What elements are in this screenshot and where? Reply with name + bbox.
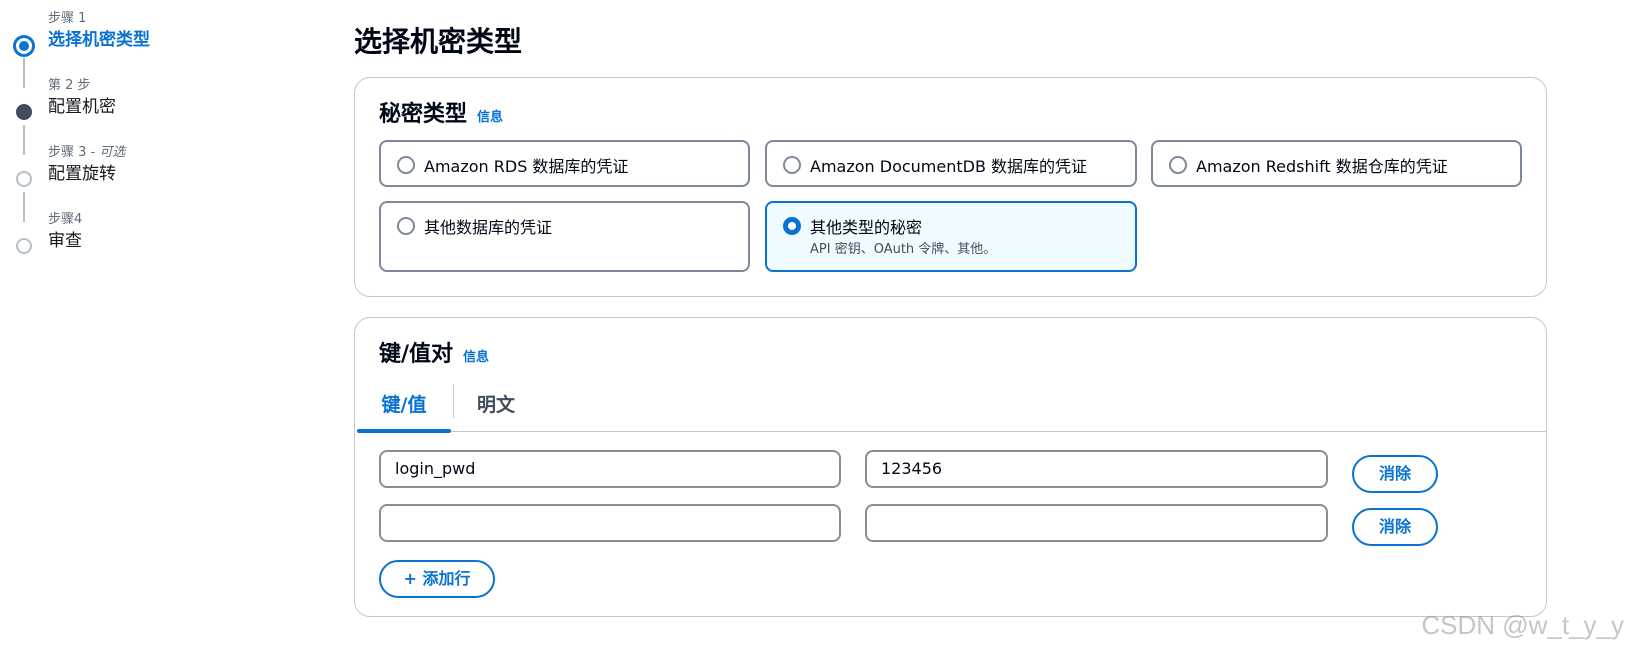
tile-documentdb[interactable]: Amazon DocumentDB 数据库的凭证 xyxy=(765,140,1137,187)
radio-icon[interactable] xyxy=(397,217,415,235)
radio-selected-icon[interactable] xyxy=(783,217,801,235)
tile-other-secret-title: 其他类型的秘密 xyxy=(810,218,923,237)
remove-button[interactable]: 消除 xyxy=(1352,508,1438,546)
page-title: 选择机密类型 xyxy=(354,25,523,58)
step-2-title[interactable]: 配置机密 xyxy=(48,95,312,119)
step-4[interactable]: 步骤4 审查 xyxy=(12,211,312,278)
step-2-label: 第 2 步 xyxy=(48,78,91,93)
secret-type-container: 秘密类型 信息 Amazon RDS 数据库的凭证 Amazon Documen… xyxy=(354,77,1547,297)
step-4-title[interactable]: 审查 xyxy=(48,229,312,253)
remove-button[interactable]: 消除 xyxy=(1352,455,1438,493)
tile-rds-title: Amazon RDS 数据库的凭证 xyxy=(424,157,629,176)
tile-redshift[interactable]: Amazon Redshift 数据仓库的凭证 xyxy=(1151,140,1522,187)
step-4-label: 步骤4 xyxy=(48,212,83,227)
key-value-header: 键/值对 信息 xyxy=(379,336,489,368)
step-1[interactable]: 步骤 1 选择机密类型 xyxy=(12,10,312,88)
tile-rds[interactable]: Amazon RDS 数据库的凭证 xyxy=(379,140,750,187)
wizard-steps: 步骤 1 选择机密类型 第 2 步 配置机密 步骤 3 - 可选 配置旋转 步骤… xyxy=(12,10,312,278)
step-3-title[interactable]: 配置旋转 xyxy=(48,162,312,186)
value-input[interactable] xyxy=(865,504,1328,542)
tile-other-database-title: 其他数据库的凭证 xyxy=(424,218,553,237)
step-filled-icon xyxy=(16,104,32,120)
secret-type-info-link[interactable]: 信息 xyxy=(477,106,503,125)
step-1-label: 步骤 1 xyxy=(48,11,87,26)
tab-bar: 键/值 明文 xyxy=(357,380,1546,433)
tile-other-secret[interactable]: 其他类型的秘密 API 密钥、OAuth 令牌、其他。 xyxy=(765,201,1137,272)
tab-divider xyxy=(453,384,454,418)
value-input[interactable]: 123456 xyxy=(865,450,1328,488)
tile-other-secret-subtitle: API 密钥、OAuth 令牌、其他。 xyxy=(810,242,997,257)
step-3-label: 步骤 3 - 可选 xyxy=(48,144,312,162)
add-row-button[interactable]: + 添加行 xyxy=(379,560,495,598)
step-3-optional: 可选 xyxy=(99,145,126,160)
step-3[interactable]: 步骤 3 - 可选 配置旋转 xyxy=(12,144,312,222)
step-1-title[interactable]: 选择机密类型 xyxy=(48,28,312,52)
tile-documentdb-title: Amazon DocumentDB 数据库的凭证 xyxy=(810,157,1088,176)
key-input[interactable]: login_pwd xyxy=(379,450,841,488)
secret-type-heading: 秘密类型 xyxy=(379,102,468,127)
step-empty-icon xyxy=(16,238,32,254)
step-current-icon xyxy=(13,35,35,57)
secret-type-header: 秘密类型 信息 xyxy=(379,96,503,128)
watermark: CSDN @w_t_y_y xyxy=(1421,610,1624,640)
tab-key-value[interactable]: 键/值 xyxy=(357,380,451,433)
step-empty-icon xyxy=(16,171,32,187)
tile-redshift-title: Amazon Redshift 数据仓库的凭证 xyxy=(1196,157,1448,176)
tab-plaintext[interactable]: 明文 xyxy=(461,380,531,432)
key-value-heading: 键/值对 xyxy=(379,342,454,367)
key-value-info-link[interactable]: 信息 xyxy=(463,346,489,365)
step-3-label-text: 步骤 3 - xyxy=(48,145,100,160)
tile-other-database[interactable]: 其他数据库的凭证 xyxy=(379,201,750,272)
key-input[interactable] xyxy=(379,504,841,542)
radio-icon[interactable] xyxy=(1169,156,1187,174)
key-value-container: 键/值对 信息 键/值 明文 login_pwd 123456 消除 消除 + … xyxy=(354,317,1547,617)
step-2[interactable]: 第 2 步 配置机密 xyxy=(12,77,312,155)
radio-icon[interactable] xyxy=(397,156,415,174)
radio-icon[interactable] xyxy=(783,156,801,174)
